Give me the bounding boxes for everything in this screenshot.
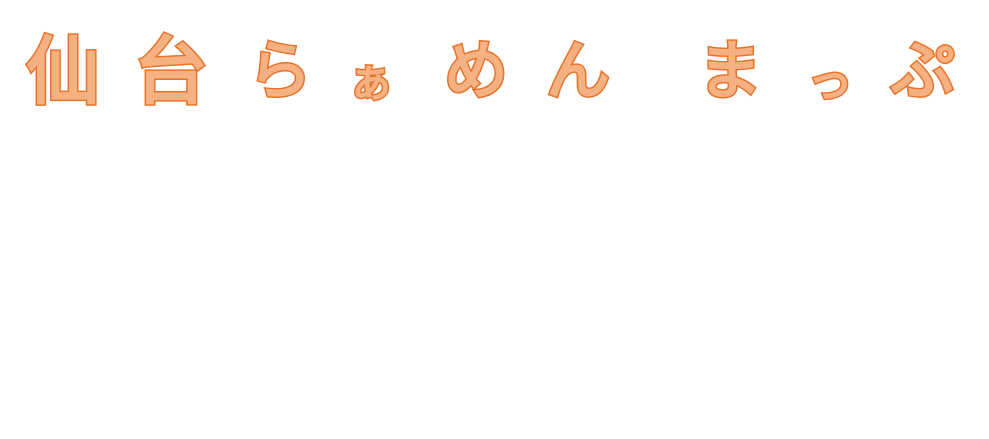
logo-char-small-tsu: っ	[806, 53, 855, 110]
logo-banner: 仙 台 ら ぁ め ん ま っ ぷ	[0, 0, 989, 439]
logo-char-dai: 台	[133, 28, 210, 117]
logo-char-me: め	[443, 34, 510, 111]
logo-char-ma: ま	[697, 34, 764, 111]
logo-title: 仙 台 ら ぁ め ん ま っ ぷ	[18, 22, 968, 122]
logo-char-small-a: ぁ	[347, 53, 396, 110]
logo-char-n: ん	[545, 34, 612, 111]
logo-char-ra: ら	[247, 34, 314, 111]
logo-char-pu: ぷ	[890, 34, 957, 111]
logo-char-sen: 仙	[25, 28, 102, 117]
